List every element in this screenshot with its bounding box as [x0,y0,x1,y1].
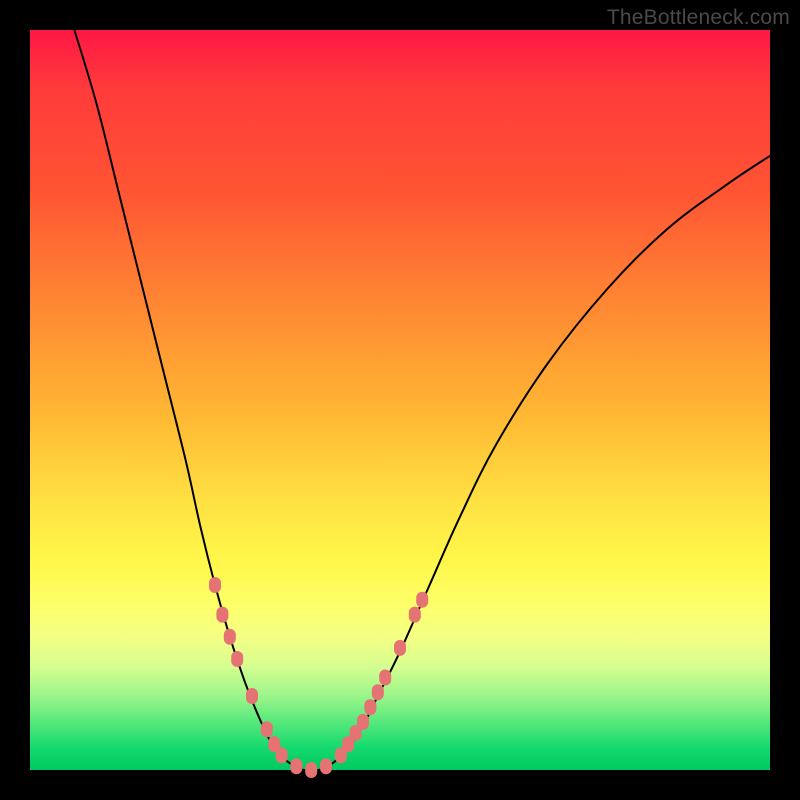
curve-marker [409,607,421,623]
curve-marker [224,629,236,645]
curve-marker [357,714,369,730]
attribution-text: TheBottleneck.com [607,6,790,30]
curve-marker [261,721,273,737]
curve-marker [276,747,288,763]
curve-marker [290,758,302,774]
curve-marker [246,688,258,704]
curve-marker [209,577,221,593]
curve-marker [231,651,243,667]
plot-area [30,30,770,770]
curve-marker [364,699,376,715]
curve-marker [216,607,228,623]
curve-line [74,30,770,771]
curve-marker [372,684,384,700]
curve-marker [320,758,332,774]
curve-marker [379,670,391,686]
curve-marker [416,592,428,608]
curve-marker [394,640,406,656]
bottleneck-curve [30,30,770,770]
chart-container: TheBottleneck.com [0,0,800,800]
curve-marker [305,762,317,778]
curve-markers [209,577,428,778]
